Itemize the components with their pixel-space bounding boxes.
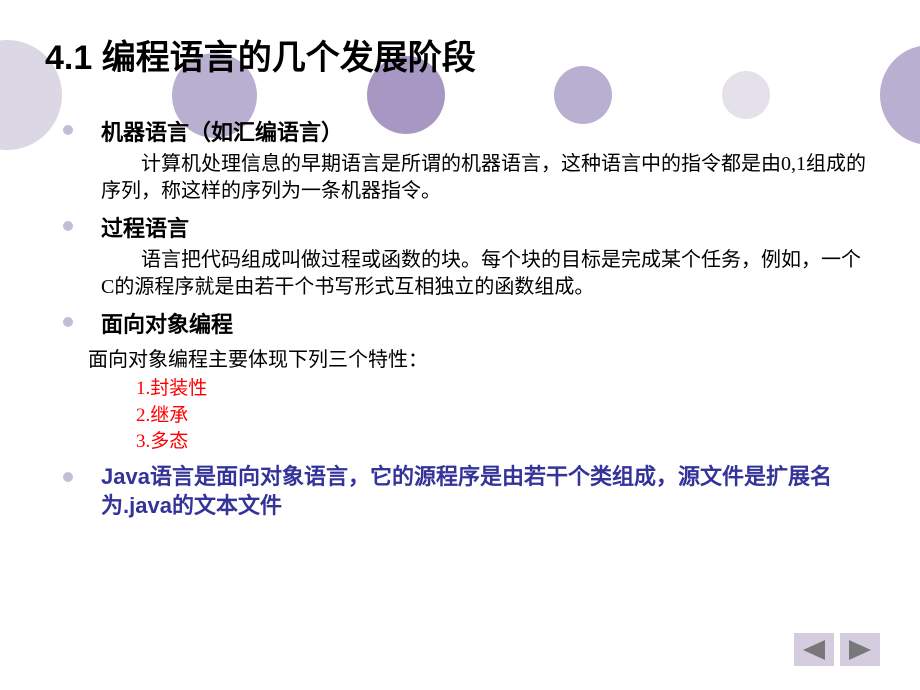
slide-content: 机器语言（如汇编语言） 计算机处理信息的早期语言是所谓的机器语言，这种语言中的指… [0,79,920,521]
item-desc-2: 语言把代码组成叫做过程或函数的块。每个块的目标是完成某个任务，例如，一个C的源程… [101,247,870,301]
nav-buttons [794,633,880,666]
java-statement: Java语言是面向对象语言，它的源程序是由若干个类组成，源文件是扩展名为.jav… [101,462,870,521]
bullet-item-java: Java语言是面向对象语言，它的源程序是由若干个类组成，源文件是扩展名为.jav… [68,462,870,521]
feature-list: 1.封装性 2.继承 3.多态 [136,376,870,456]
bullet-dot [63,125,73,135]
triangle-right-icon [849,640,871,660]
feature-3: 3.多态 [136,429,870,456]
feature-1: 1.封装性 [136,376,870,403]
java-ext: .java [123,493,172,518]
feature-2: 2.继承 [136,403,870,430]
item-title-2: 过程语言 [101,211,189,243]
triangle-left-icon [803,640,825,660]
prev-button[interactable] [794,633,834,666]
item-title-3: 面向对象编程 [101,307,233,339]
bullet-dot [63,317,73,327]
bullet-dot [63,472,73,482]
bullet-item-2: 过程语言 [68,211,870,243]
next-button[interactable] [840,633,880,666]
java-suffix: 的文本文件 [172,493,282,518]
bullet-item-1: 机器语言（如汇编语言） [68,115,870,147]
item-desc-1: 计算机处理信息的早期语言是所谓的机器语言，这种语言中的指令都是由0,1组成的序列… [101,151,870,205]
item-title-1: 机器语言（如汇编语言） [101,115,343,147]
bullet-dot [63,221,73,231]
item-sub-3: 面向对象编程主要体现下列三个特性： [88,343,870,372]
bullet-item-3: 面向对象编程 [68,307,870,339]
slide-title: 4.1 编程语言的几个发展阶段 [0,0,920,79]
java-prefix: Java [101,464,150,489]
